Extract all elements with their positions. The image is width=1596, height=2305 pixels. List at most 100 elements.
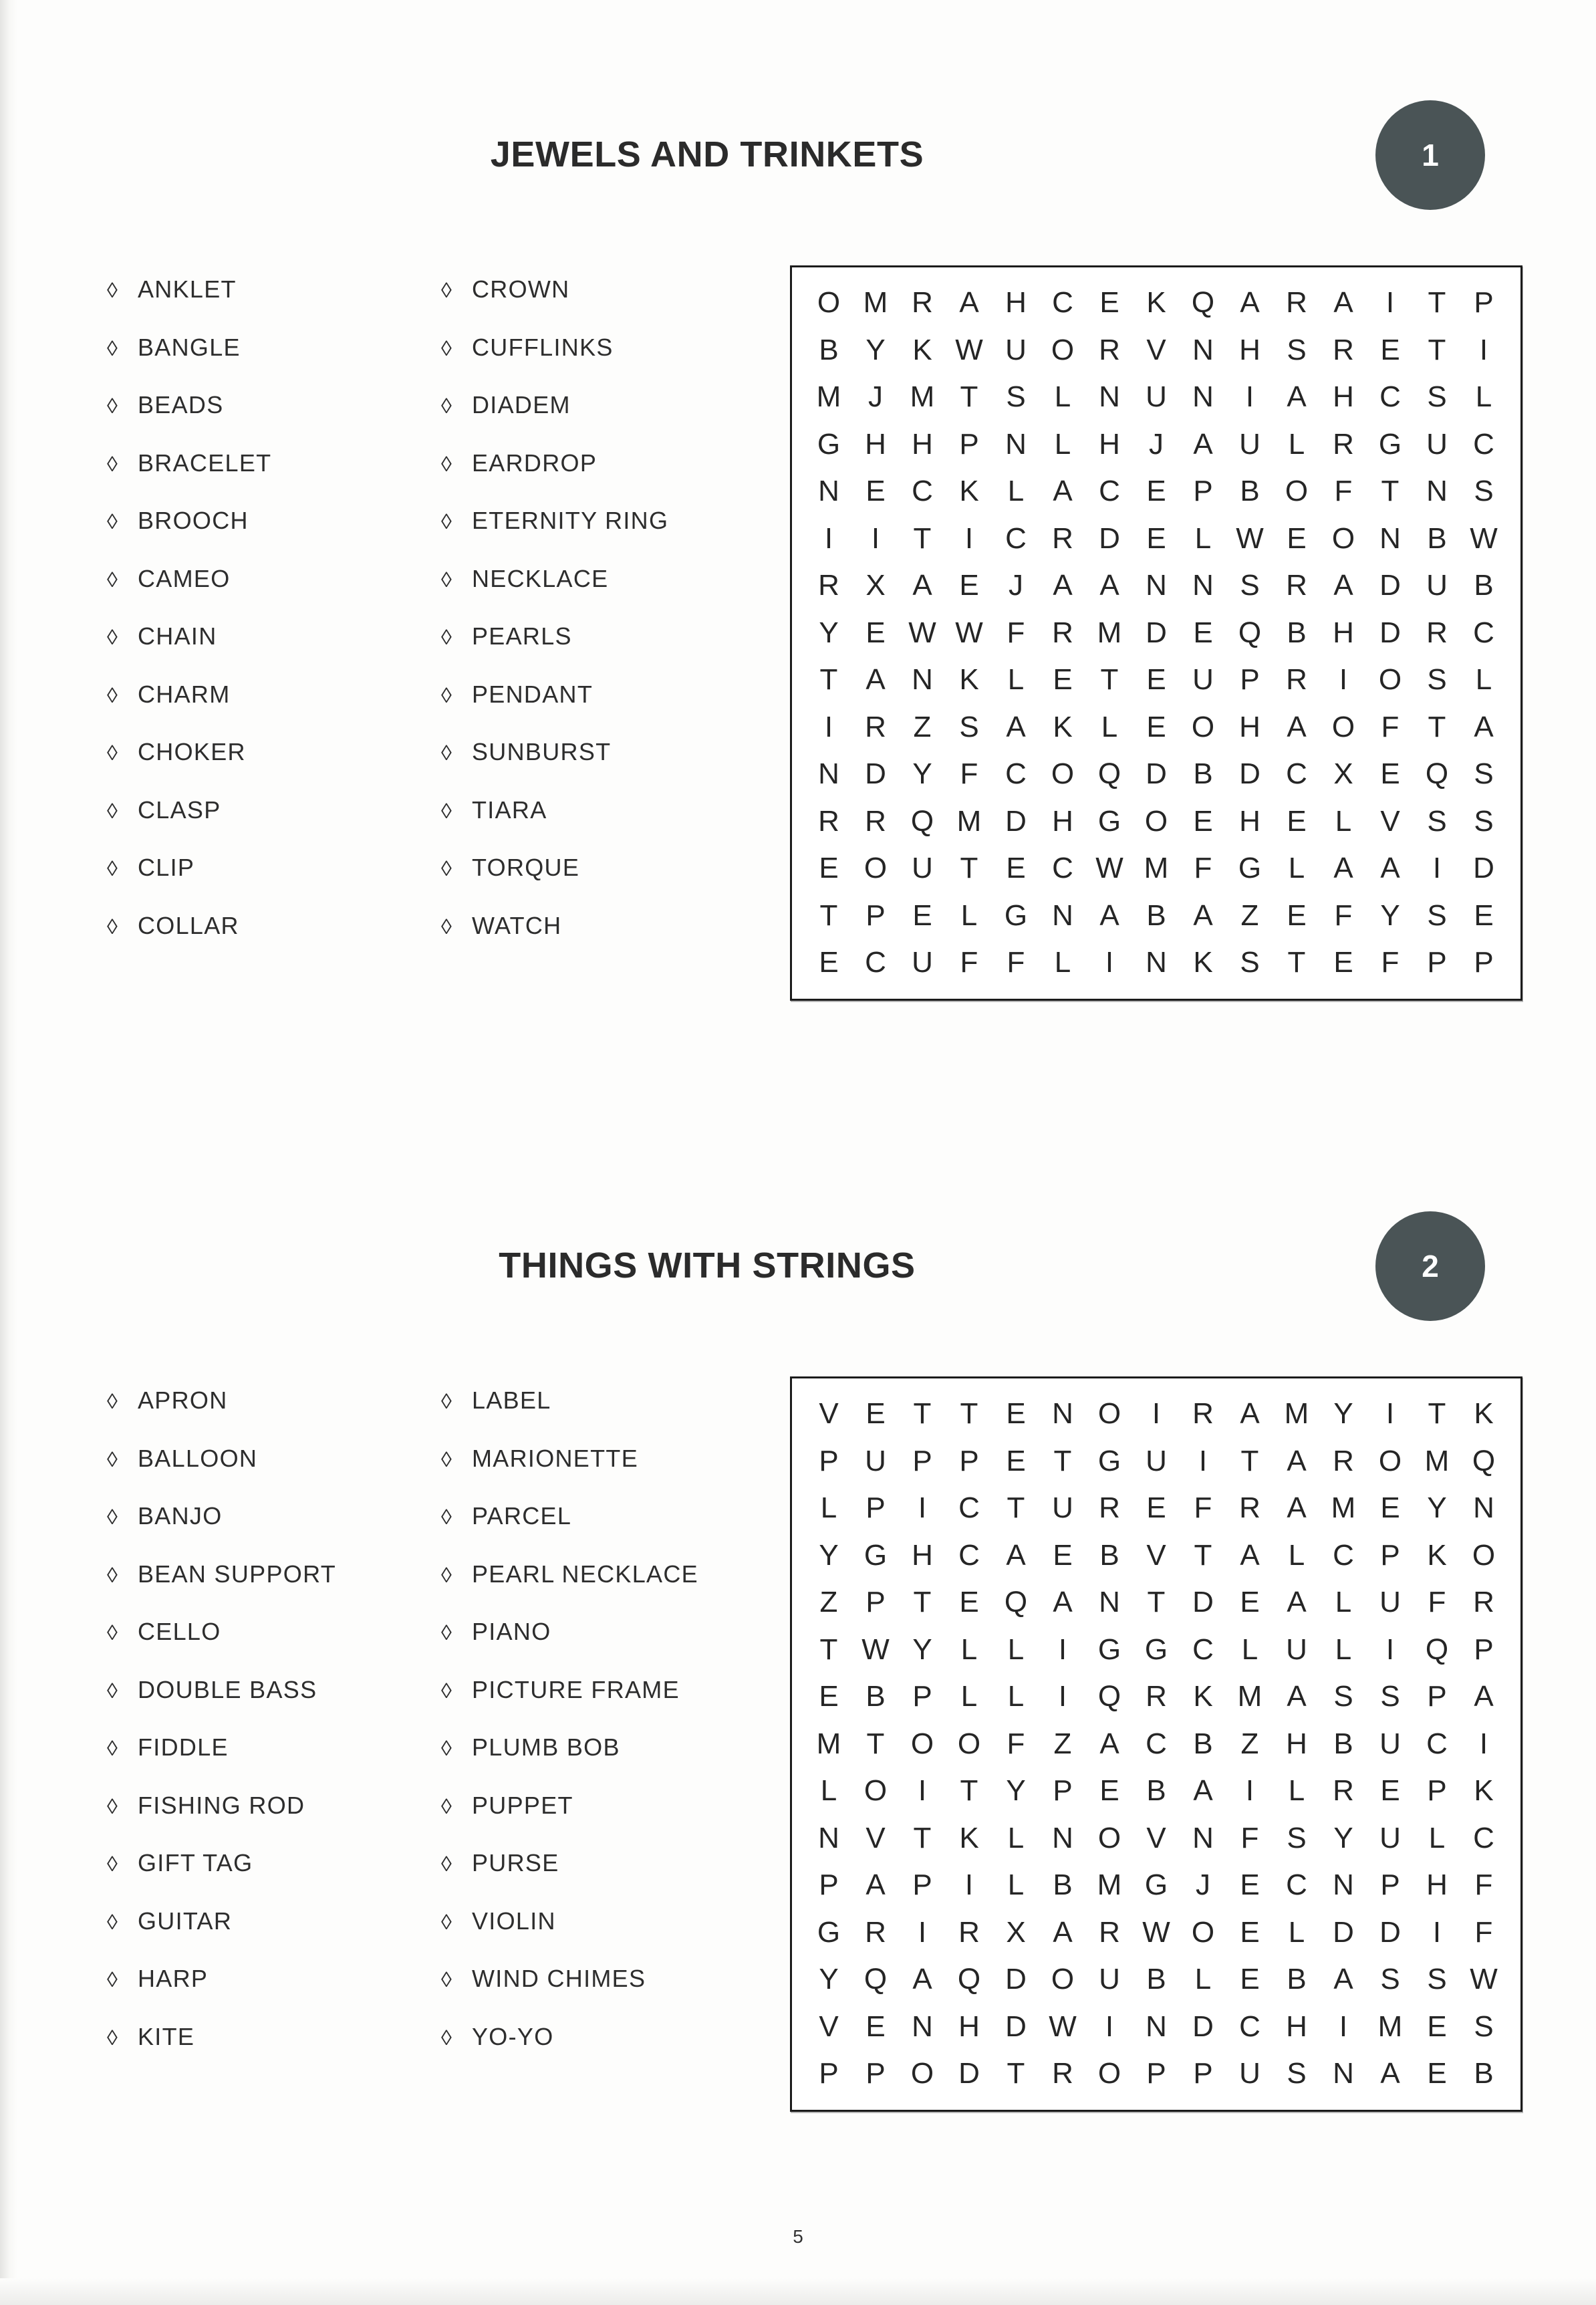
word-list-item[interactable]: ◊ PARCEL — [441, 1502, 775, 1560]
grid-cell[interactable]: O — [852, 845, 899, 892]
grid-cell[interactable]: F — [1320, 892, 1367, 940]
grid-cell[interactable]: B — [1460, 562, 1507, 610]
grid-cell[interactable]: I — [1460, 1721, 1507, 1768]
grid-cell[interactable]: I — [805, 515, 852, 563]
grid-cell[interactable]: A — [992, 704, 1039, 751]
word-list-item[interactable]: ◊ PLUMB BOB — [441, 1733, 775, 1792]
grid-cell[interactable]: R — [1226, 1485, 1273, 1532]
grid-cell[interactable]: I — [852, 515, 899, 563]
grid-cell[interactable]: P — [805, 1862, 852, 1909]
grid-cell[interactable]: E — [852, 610, 899, 657]
grid-cell[interactable]: A — [1039, 1909, 1086, 1957]
grid-cell[interactable]: Q — [1226, 610, 1273, 657]
grid-cell[interactable]: L — [805, 1485, 852, 1532]
grid-cell[interactable]: W — [1460, 515, 1507, 563]
grid-cell[interactable]: O — [1367, 656, 1414, 704]
grid-cell[interactable]: J — [992, 562, 1039, 610]
grid-cell[interactable]: A — [1367, 845, 1414, 892]
grid-cell[interactable]: V — [1133, 1815, 1180, 1862]
grid-cell[interactable]: H — [1086, 421, 1133, 469]
grid-cell[interactable]: L — [1273, 421, 1320, 469]
grid-cell[interactable]: B — [852, 1673, 899, 1721]
grid-cell[interactable]: E — [992, 845, 1039, 892]
grid-cell[interactable]: E — [1273, 892, 1320, 940]
grid-cell[interactable]: D — [1367, 562, 1414, 610]
grid-cell[interactable]: S — [1460, 2004, 1507, 2051]
grid-cell[interactable]: E — [805, 845, 852, 892]
grid-cell[interactable]: Y — [805, 610, 852, 657]
grid-cell[interactable]: N — [1180, 374, 1226, 421]
grid-cell[interactable]: I — [1039, 1673, 1086, 1721]
grid-cell[interactable]: C — [1460, 421, 1507, 469]
grid-cell[interactable]: Y — [992, 1768, 1039, 1815]
grid-cell[interactable]: Q — [1086, 751, 1133, 798]
grid-cell[interactable]: C — [1039, 279, 1086, 327]
grid-cell[interactable]: P — [805, 1438, 852, 1485]
grid-cell[interactable]: S — [992, 374, 1039, 421]
grid-cell[interactable]: F — [1460, 1909, 1507, 1957]
grid-cell[interactable]: L — [992, 1626, 1039, 1674]
grid-cell[interactable]: A — [946, 279, 992, 327]
word-list-item[interactable]: ◊ BRACELET — [107, 449, 441, 507]
grid-cell[interactable]: A — [1226, 279, 1273, 327]
grid-cell[interactable]: C — [1414, 1721, 1460, 1768]
grid-cell[interactable]: G — [992, 892, 1039, 940]
grid-cell[interactable]: Y — [899, 751, 946, 798]
grid-cell[interactable]: P — [946, 1438, 992, 1485]
grid-cell[interactable]: S — [1273, 1815, 1320, 1862]
grid-cell[interactable]: E — [1039, 656, 1086, 704]
grid-cell[interactable]: I — [1367, 1390, 1414, 1438]
word-list-item[interactable]: ◊ CUFFLINKS — [441, 334, 775, 392]
grid-cell[interactable]: T — [1273, 939, 1320, 987]
grid-cell[interactable]: H — [946, 2004, 992, 2051]
grid-cell[interactable]: O — [946, 1721, 992, 1768]
grid-cell[interactable]: C — [1460, 1815, 1507, 1862]
grid-cell[interactable]: Z — [899, 704, 946, 751]
grid-cell[interactable]: U — [1133, 1438, 1180, 1485]
grid-cell[interactable]: F — [1460, 1862, 1507, 1909]
grid-cell[interactable]: I — [1414, 845, 1460, 892]
word-list-item[interactable]: ◊ YO-YO — [441, 2023, 775, 2081]
grid-cell[interactable]: F — [1226, 1815, 1273, 1862]
grid-cell[interactable]: B — [1180, 1721, 1226, 1768]
grid-cell[interactable]: R — [1320, 1768, 1367, 1815]
grid-cell[interactable]: N — [899, 2004, 946, 2051]
word-list-item[interactable]: ◊ CHOKER — [107, 738, 441, 796]
grid-cell[interactable]: U — [852, 1438, 899, 1485]
grid-cell[interactable]: K — [946, 656, 992, 704]
grid-cell[interactable]: M — [1226, 1673, 1273, 1721]
grid-cell[interactable]: N — [1367, 515, 1414, 563]
grid-cell[interactable]: I — [1226, 1768, 1273, 1815]
grid-cell[interactable]: O — [1320, 704, 1367, 751]
word-list-item[interactable]: ◊ TIARA — [441, 796, 775, 854]
grid-cell[interactable]: P — [1367, 1862, 1414, 1909]
grid-cell[interactable]: L — [1273, 1532, 1320, 1580]
grid-cell[interactable]: A — [1320, 1956, 1367, 2004]
grid-cell[interactable]: U — [992, 327, 1039, 374]
grid-cell[interactable]: L — [1180, 515, 1226, 563]
grid-cell[interactable]: L — [1086, 704, 1133, 751]
grid-cell[interactable]: I — [1086, 2004, 1133, 2051]
grid-cell[interactable]: E — [1133, 1485, 1180, 1532]
grid-cell[interactable]: L — [1320, 1626, 1367, 1674]
grid-cell[interactable]: H — [1414, 1862, 1460, 1909]
grid-cell[interactable]: M — [1273, 1390, 1320, 1438]
grid-cell[interactable]: O — [1086, 1815, 1133, 1862]
grid-cell[interactable]: C — [992, 751, 1039, 798]
grid-cell[interactable]: V — [805, 1390, 852, 1438]
grid-cell[interactable]: R — [1039, 2050, 1086, 2098]
grid-cell[interactable]: A — [1273, 1485, 1320, 1532]
grid-cell[interactable]: E — [1460, 892, 1507, 940]
grid-cell[interactable]: R — [1086, 1909, 1133, 1957]
grid-cell[interactable]: O — [1039, 751, 1086, 798]
grid-cell[interactable]: C — [1180, 1626, 1226, 1674]
grid-cell[interactable]: R — [852, 1909, 899, 1957]
grid-cell[interactable]: R — [805, 562, 852, 610]
grid-cell[interactable]: S — [1226, 939, 1273, 987]
grid-cell[interactable]: C — [1226, 2004, 1273, 2051]
grid-cell[interactable]: R — [1133, 1673, 1180, 1721]
grid-cell[interactable]: D — [1133, 610, 1180, 657]
grid-cell[interactable]: H — [1320, 374, 1367, 421]
grid-cell[interactable]: E — [805, 939, 852, 987]
grid-cell[interactable]: P — [1414, 1673, 1460, 1721]
